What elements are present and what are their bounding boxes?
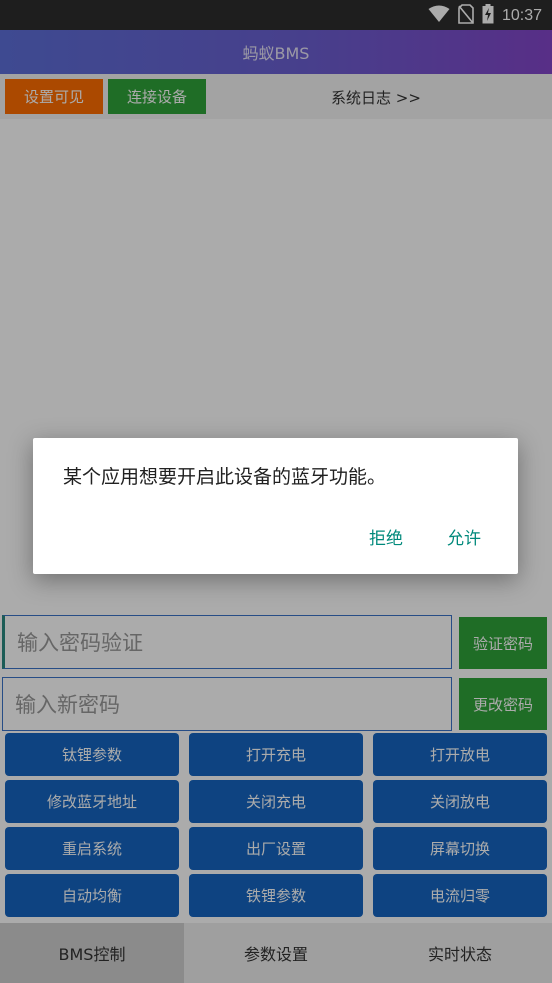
bluetooth-permission-dialog: 某个应用想要开启此设备的蓝牙功能。 拒绝 允许 bbox=[33, 438, 518, 574]
allow-button[interactable]: 允许 bbox=[447, 524, 481, 549]
deny-button[interactable]: 拒绝 bbox=[369, 524, 403, 549]
dialog-message: 某个应用想要开启此设备的蓝牙功能。 bbox=[63, 466, 387, 488]
